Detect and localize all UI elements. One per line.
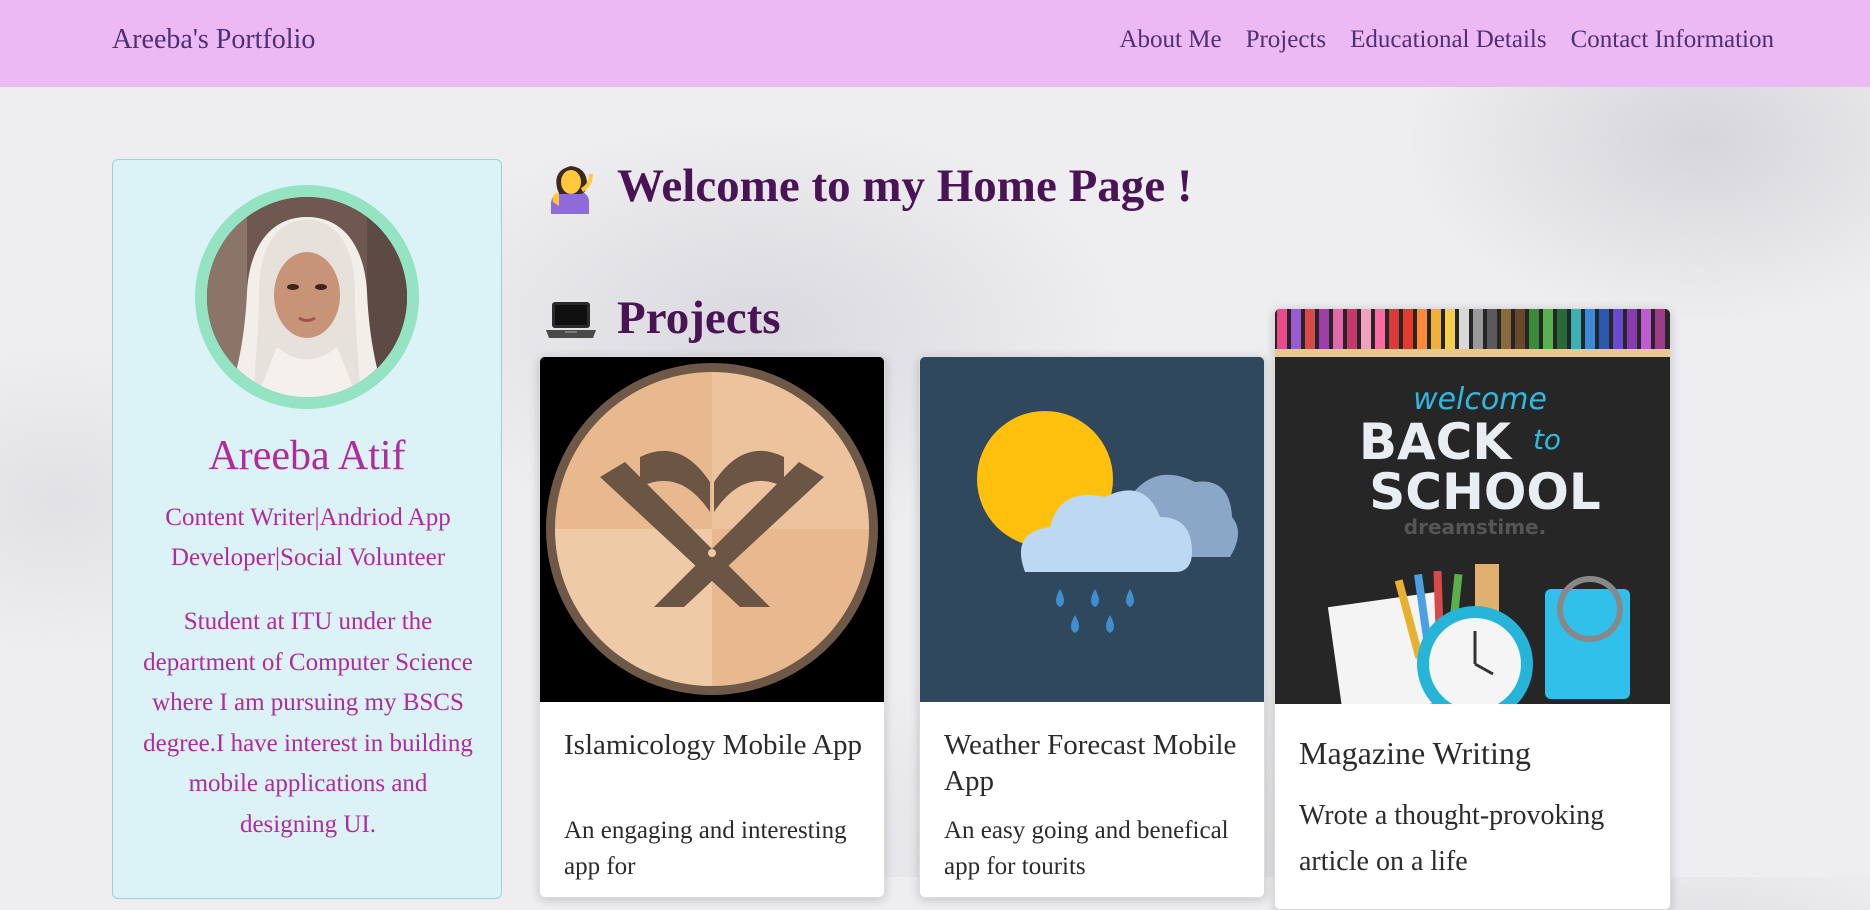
profile-bio: Student at ITU under the department of C…: [143, 608, 473, 838]
project-card-islamicology[interactable]: Islamicology Mobile App An engaging and …: [539, 356, 885, 898]
project-card-weather[interactable]: Weather Forecast Mobile App An easy goin…: [919, 356, 1265, 898]
project-title: Magazine Writing: [1299, 735, 1531, 771]
image-text-school: SCHOOL: [1369, 463, 1600, 521]
projects-heading: Projects: [543, 290, 781, 346]
nav-link-educational-details[interactable]: Educational Details: [1350, 26, 1546, 54]
project-title: Islamicology Mobile App: [564, 729, 863, 761]
profile-name: Areeba Atif: [208, 433, 406, 479]
projects-heading-text: Projects: [617, 292, 781, 344]
welcome-heading: Welcome to my Home Page !: [543, 158, 1193, 214]
nav-links: About Me Projects Educational Details Co…: [1119, 26, 1774, 54]
back-to-school-image: welcome BACK to SCHOOL dreamstime.: [1275, 309, 1670, 704]
profile-role: Content Writer|Andriod App Developer|Soc…: [165, 504, 451, 571]
laptop-icon: [543, 290, 599, 346]
profile-card: Areeba Atif Content Writer|Andriod App D…: [112, 159, 502, 899]
nav-link-projects[interactable]: Projects: [1246, 26, 1327, 54]
brand-link[interactable]: Areeba's Portfolio: [112, 24, 315, 56]
navbar: Areeba's Portfolio About Me Projects Edu…: [0, 0, 1870, 87]
person-tipping-hand-icon: [543, 158, 599, 214]
weather-sun-cloud-rain-icon: [920, 357, 1264, 702]
avatar: [195, 185, 419, 409]
project-description: An engaging and interesting app for: [564, 817, 847, 880]
quran-stand-icon: [540, 357, 884, 702]
profile-photo: [207, 197, 407, 397]
welcome-heading-text: Welcome to my Home Page !: [617, 160, 1193, 212]
image-text-welcome: welcome: [1413, 382, 1547, 417]
project-description: An easy going and benefical app for tour…: [944, 817, 1229, 880]
project-card-magazine[interactable]: welcome BACK to SCHOOL dreamstime. Magaz…: [1274, 308, 1671, 910]
nav-link-about-me[interactable]: About Me: [1119, 26, 1221, 54]
project-description: Wrote a thought-provoking article on a l…: [1299, 800, 1605, 877]
image-text-to: to: [1533, 423, 1561, 456]
image-text-watermark: dreamstime.: [1404, 515, 1546, 539]
nav-link-contact-information[interactable]: Contact Information: [1571, 26, 1774, 54]
project-title: Weather Forecast Mobile App: [944, 729, 1237, 797]
